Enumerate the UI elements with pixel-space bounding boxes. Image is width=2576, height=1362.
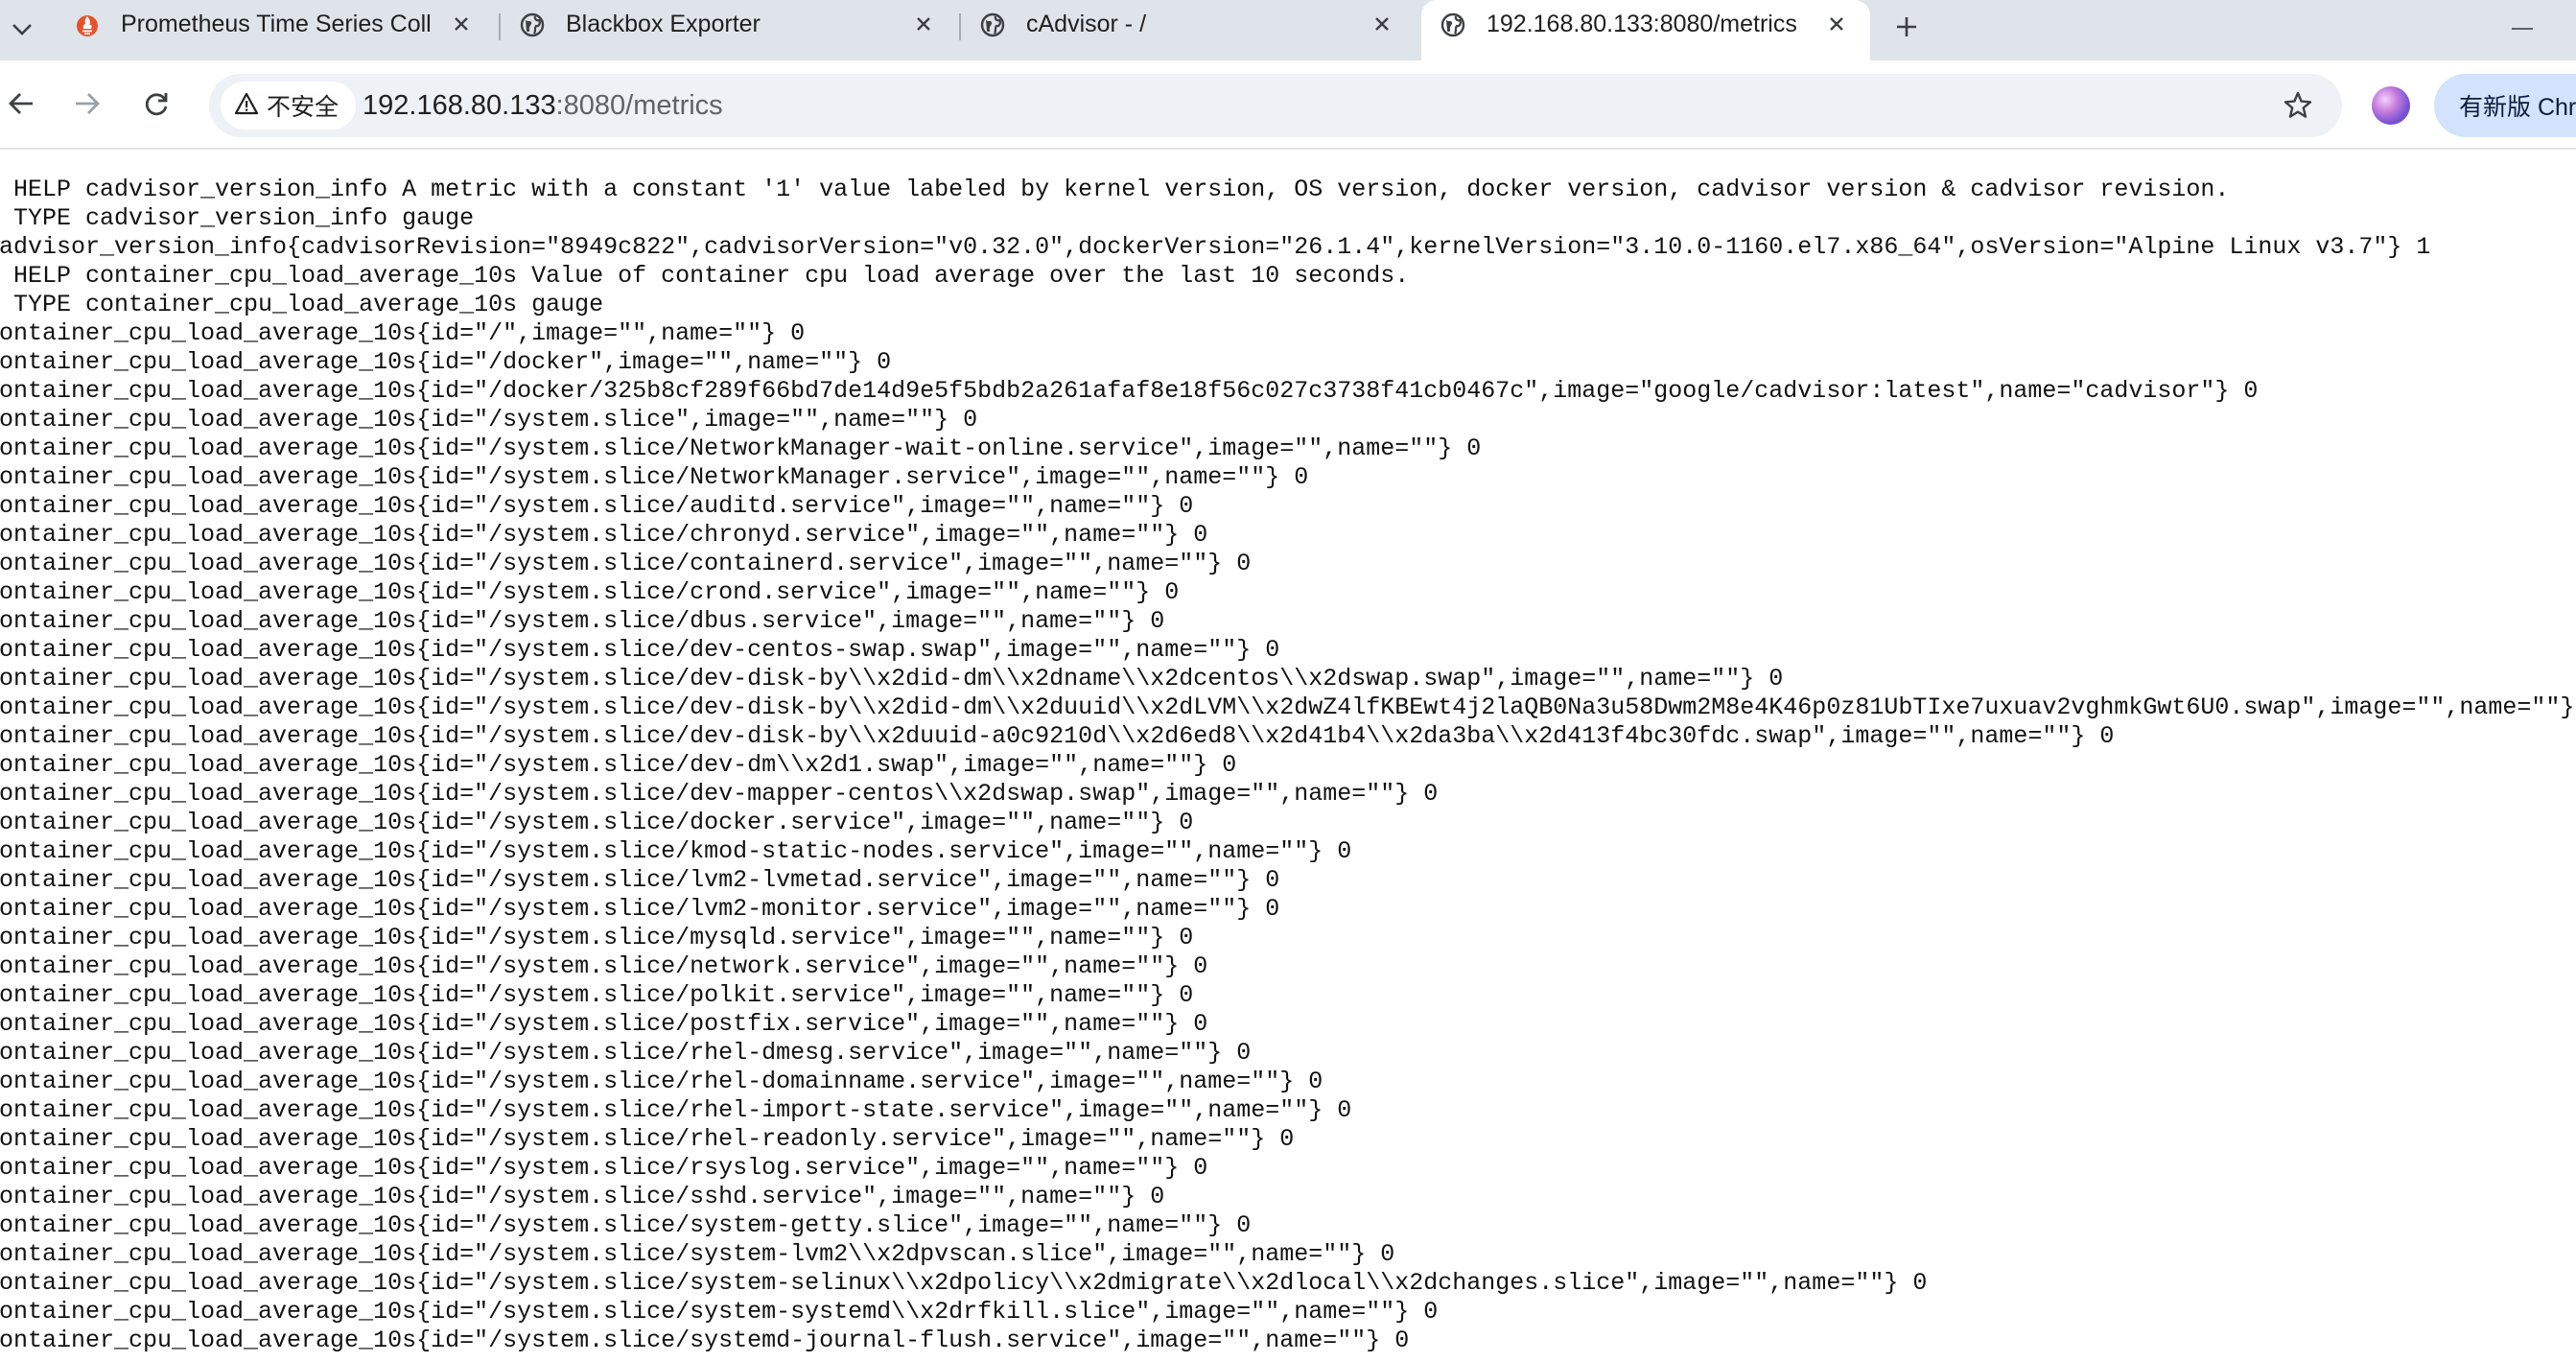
metrics-line: container_cpu_load_average_10s{id="/syst… (0, 1183, 1165, 1210)
metrics-line: container_cpu_load_average_10s{id="/syst… (0, 1327, 1410, 1354)
metrics-line: container_cpu_load_average_10s{id="/",im… (0, 319, 806, 347)
metrics-line: container_cpu_load_average_10s{id="/syst… (0, 780, 1439, 808)
metrics-line: # HELP cadvisor_version_info A metric wi… (0, 176, 2230, 203)
back-arrow-icon[interactable] (2, 84, 40, 123)
close-tab-icon[interactable] (1370, 12, 1394, 36)
close-tab-icon[interactable] (1824, 12, 1849, 36)
close-tab-icon[interactable] (911, 12, 936, 36)
metrics-line: container_cpu_load_average_10s{id="/syst… (0, 924, 1194, 951)
chrome-update-button[interactable]: 有新版 Chr (2434, 74, 2576, 137)
metrics-line: container_cpu_load_average_10s{id="/syst… (0, 722, 2115, 750)
new-tab-plus-icon[interactable] (1887, 8, 1926, 46)
metrics-line: container_cpu_load_average_10s{id="/syst… (0, 895, 1280, 923)
tab-search-chevron-icon[interactable] (6, 13, 38, 46)
tab-title: cAdvisor - / (1026, 11, 1147, 37)
url-text: 192.168.80.133:8080/metrics (363, 90, 723, 122)
metrics-line: # HELP container_cpu_load_average_10s Va… (0, 262, 1410, 290)
prometheus-flame-icon (75, 12, 100, 37)
warning-triangle-icon (234, 92, 259, 120)
metrics-line: # TYPE cadvisor_version_info gauge (0, 204, 475, 232)
metrics-line: container_cpu_load_average_10s{id="/syst… (0, 809, 1194, 836)
profile-avatar[interactable] (2372, 86, 2410, 125)
metrics-page: # HELP cadvisor_version_info A metric wi… (0, 176, 2576, 1362)
address-bar[interactable]: 不安全 192.168.80.133:8080/metrics (209, 74, 2342, 137)
metrics-line: container_cpu_load_average_10s{id="/syst… (0, 1096, 1352, 1124)
metrics-line: container_cpu_load_average_10s{id="/syst… (0, 1211, 1252, 1239)
metrics-line: container_cpu_load_average_10s{id="/syst… (0, 866, 1280, 894)
tab-title: Prometheus Time Series Coll (121, 11, 432, 37)
metrics-line: container_cpu_load_average_10s{id="/syst… (0, 665, 1784, 693)
metrics-line: container_cpu_load_average_10s{id="/syst… (0, 1154, 1208, 1182)
bookmark-star-icon[interactable] (2281, 88, 2315, 123)
security-label: 不安全 (267, 94, 340, 121)
security-indicator-chip[interactable]: 不安全 (221, 82, 357, 129)
tab-title: 192.168.80.133:8080/metrics (1487, 11, 1797, 37)
metrics-line: container_cpu_load_average_10s{id="/syst… (0, 1068, 1323, 1095)
metrics-line: container_cpu_load_average_10s{id="/syst… (0, 463, 1309, 491)
metrics-line: container_cpu_load_average_10s{id="/syst… (0, 492, 1194, 520)
url-host: 192.168.80.133 (363, 90, 556, 121)
metrics-line: container_cpu_load_average_10s{id="/syst… (0, 1298, 1439, 1326)
metrics-line: container_cpu_load_average_10s{id="/syst… (0, 1269, 1928, 1297)
metrics-line: container_cpu_load_average_10s{id="/dock… (0, 348, 892, 376)
metrics-text: # HELP cadvisor_version_info A metric wi… (0, 176, 2576, 1355)
metrics-line: container_cpu_load_average_10s{id="/syst… (0, 578, 1180, 606)
tab-blackbox-exporter[interactable]: Blackbox Exporter (501, 0, 957, 48)
metrics-line: container_cpu_load_average_10s{id="/dock… (0, 377, 2259, 405)
url-path: :8080/metrics (555, 90, 723, 121)
forward-arrow-icon[interactable] (68, 84, 106, 123)
tab-title: Blackbox Exporter (566, 11, 761, 37)
metrics-line: container_cpu_load_average_10s{id="/syst… (0, 693, 2576, 721)
close-tab-icon[interactable] (449, 12, 474, 36)
metrics-line: container_cpu_load_average_10s{id="/syst… (0, 1125, 1295, 1153)
globe-icon (1440, 12, 1465, 37)
metrics-line: container_cpu_load_average_10s{id="/syst… (0, 837, 1352, 865)
metrics-line: container_cpu_load_average_10s{id="/syst… (0, 952, 1208, 980)
metrics-line: container_cpu_load_average_10s{id="/syst… (0, 1010, 1208, 1038)
metrics-line: container_cpu_load_average_10s{id="/syst… (0, 636, 1280, 664)
metrics-line: container_cpu_load_average_10s{id="/syst… (0, 1240, 1395, 1268)
metrics-line: # TYPE container_cpu_load_average_10s ga… (0, 291, 604, 318)
globe-icon (980, 12, 1005, 37)
minimize-window-icon[interactable] (2503, 10, 2541, 48)
metrics-line: container_cpu_load_average_10s{id="/syst… (0, 751, 1237, 779)
metrics-line: container_cpu_load_average_10s{id="/syst… (0, 521, 1208, 549)
metrics-line: container_cpu_load_average_10s{id="/syst… (0, 607, 1165, 635)
tab-strip: Prometheus Time Series Coll Blackbox Exp… (0, 0, 2576, 60)
globe-icon (520, 12, 545, 37)
reload-icon[interactable] (137, 84, 176, 123)
metrics-line: cadvisor_version_info{cadvisorRevision="… (0, 233, 2431, 261)
tab-prometheus[interactable]: Prometheus Time Series Coll (56, 0, 497, 48)
tab-metrics-active[interactable]: 192.168.80.133:8080/metrics (1421, 0, 1870, 60)
browser-toolbar: 不安全 192.168.80.133:8080/metrics 有新版 Chr (0, 60, 2576, 150)
metrics-line: container_cpu_load_average_10s{id="/syst… (0, 981, 1194, 1009)
metrics-line: container_cpu_load_average_10s{id="/syst… (0, 434, 1482, 462)
metrics-line: container_cpu_load_average_10s{id="/syst… (0, 550, 1252, 577)
metrics-line: container_cpu_load_average_10s{id="/syst… (0, 406, 978, 434)
metrics-line: container_cpu_load_average_10s{id="/syst… (0, 1039, 1252, 1067)
tab-cadvisor[interactable]: cAdvisor - / (961, 0, 1416, 48)
